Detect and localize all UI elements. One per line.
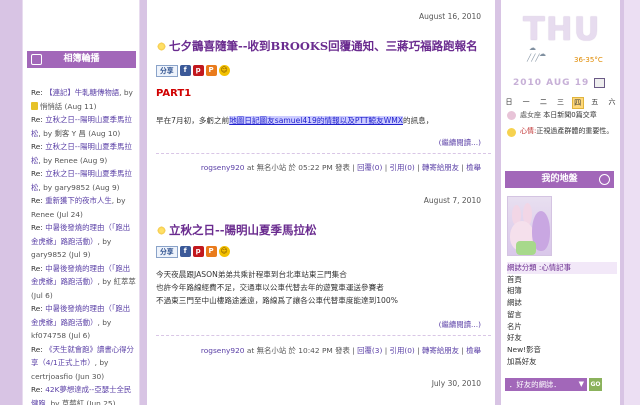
page-scrollbar[interactable] bbox=[624, 0, 640, 405]
part-heading: PART1 bbox=[156, 88, 192, 99]
home-icon bbox=[599, 174, 610, 185]
comment-item: Re: 中暑後發燒的理由（「跑出金虎爺」路跑活動）, by 紅萃萃 (Jul 6… bbox=[31, 263, 136, 300]
comment-item: Re: 立秋之日--陽明山夏季馬拉松, by Renee (Aug 9) bbox=[31, 142, 132, 165]
author-link[interactable]: rogseny920 bbox=[201, 163, 245, 172]
plurk-icon[interactable]: p bbox=[192, 65, 204, 76]
share-button[interactable]: 分享 bbox=[156, 245, 178, 258]
comment-item: Re: 立秋之日--陽明山夏季馬拉松, by 剩客 Y 昌 (Aug 10) bbox=[31, 115, 132, 138]
comment-post-link[interactable]: 中暑後發燒的理由（「跑出金虎爺」路跑活動） bbox=[31, 304, 130, 327]
weekday-cell: 四 bbox=[571, 97, 584, 109]
comment-item: Re: 重新獲下的夜市人生, by Renee (Jul 24) bbox=[31, 196, 126, 219]
nav-item[interactable]: 留言 bbox=[507, 309, 617, 321]
read-more-link[interactable]: (繼續閱讀...) bbox=[439, 319, 481, 330]
lock-icon bbox=[31, 101, 38, 110]
main-content: August 16, 2010 七夕鵲喜隨筆--收到BROOKS回覆通知、三蔣巧… bbox=[147, 0, 495, 405]
nav-item[interactable]: 網誌 bbox=[507, 297, 617, 309]
weekday-cell: 一 bbox=[522, 98, 530, 106]
post-footer: rogseny920 at 無名小站 於 10:42 PM 發表 | 回覆(3)… bbox=[200, 346, 481, 355]
temperature: 36-35°C bbox=[574, 56, 603, 64]
status-block: 處女座 本日新聞0篇交章 心情:正視過產群體的重要性。 bbox=[520, 111, 614, 135]
chevron-down-icon: ▼ bbox=[578, 380, 584, 388]
site-nav: 網誌分類 :心情記事 首頁 相簿 網誌 留言 名片 好友 New!影音 加爲好友 bbox=[507, 262, 617, 367]
pixnet-icon[interactable]: P bbox=[205, 65, 217, 76]
emoji-icon[interactable]: ☺ bbox=[218, 65, 230, 76]
comment-post-link[interactable]: 中暑後發燒的理由（「跑出金虎爺」路跑活動） bbox=[31, 223, 130, 246]
facebook-icon[interactable]: f bbox=[179, 65, 191, 76]
trackback-link[interactable]: 引用(0) bbox=[390, 163, 415, 172]
calendar-icon[interactable] bbox=[594, 78, 605, 88]
flower-icon bbox=[157, 226, 166, 235]
nav-item[interactable]: New!影音 bbox=[507, 344, 617, 356]
share-bar: 分享 f p P ☺ bbox=[156, 245, 230, 258]
author-link[interactable]: rogseny920 bbox=[201, 346, 245, 355]
nav-item[interactable]: 好友 bbox=[507, 332, 617, 344]
post-date: July 30, 2010 bbox=[431, 379, 481, 388]
weekday-cell: 日 bbox=[505, 98, 513, 106]
friends-blog-dropdown[interactable]: ．好友的網誌． ▼ bbox=[505, 378, 587, 391]
rain-cloud-icon: ☁ ☁ ╱╱╱ bbox=[527, 44, 546, 62]
post-footer: rogseny920 at 無名小站 於 05:22 PM 發表 | 回覆(0)… bbox=[200, 163, 481, 172]
plurk-icon[interactable]: p bbox=[192, 246, 204, 257]
comment-item: Re: 42K夢想達成--亞瑟士全民健跑, by 草莓紅 (Jun 25) bbox=[31, 383, 137, 405]
nav-item[interactable]: 加爲好友 bbox=[507, 356, 617, 368]
reply-link[interactable]: 回覆(3) bbox=[357, 346, 382, 355]
comment-item: Re: 中暑後發燒的理由（「跑出金虎爺」路跑活動）, by kf074758 (… bbox=[31, 304, 131, 340]
left-sidebar: 相簿輪播 Re: 【連記】牛軋糖傳物語, by 悄悄話 (Aug 11) Re: 立… bbox=[22, 0, 140, 405]
facebook-icon[interactable]: f bbox=[179, 246, 191, 257]
weekday-cell: 三 bbox=[556, 98, 564, 106]
comment-post-link[interactable]: 《天生就會跑》讀書心得分享（4/1正式上市） bbox=[31, 345, 134, 368]
report-link[interactable]: 檢舉 bbox=[466, 163, 481, 172]
pixnet-icon[interactable]: P bbox=[205, 246, 217, 257]
read-more-link[interactable]: (繼續閱讀...) bbox=[439, 137, 481, 148]
forward-link[interactable]: 轉寄給朋友 bbox=[422, 346, 459, 355]
go-button[interactable]: GO bbox=[589, 378, 602, 391]
nav-item[interactable]: 名片 bbox=[507, 321, 617, 333]
post-excerpt: 今天夜晨跟JASON弟弟共乘計程車到台北車站東三門集合 也許今年路線經費不足，交… bbox=[156, 270, 398, 305]
weekday-cell: 二 bbox=[539, 98, 547, 106]
comment-item: 悄悄話 (Aug 11) bbox=[31, 100, 137, 114]
report-link[interactable]: 檢舉 bbox=[466, 346, 481, 355]
comment-item: Re: 《天生就會跑》讀書心得分享（4/1正式上市）, by certrjoas… bbox=[31, 344, 134, 381]
post-date: August 16, 2010 bbox=[418, 12, 481, 21]
post-title[interactable]: 立秋之日--陽明山夏季馬拉松 bbox=[157, 222, 317, 238]
full-date: 2010 AUG 19 bbox=[513, 78, 590, 88]
flower-icon bbox=[157, 42, 166, 51]
nav-item[interactable]: 相簿 bbox=[507, 285, 617, 297]
date-widget: THU ☁ ☁ ╱╱╱ 36-35°C 2010 AUG 19 bbox=[501, 0, 620, 95]
comment-item: Re: 中暑後發燒的理由（「跑出金虎爺」路跑活動）, by gary9852 (… bbox=[31, 223, 131, 259]
emoji-icon[interactable]: ☺ bbox=[218, 246, 230, 257]
post-title[interactable]: 七夕鵲喜隨筆--收到BROOKS回覆通知、三蔣巧福路跑報名 bbox=[157, 38, 478, 54]
recent-comments-list: Re: 【連記】牛軋糖傳物語, by 悄悄話 (Aug 11) Re: 立秋之日--… bbox=[31, 86, 137, 405]
post-excerpt: 早在7月初，多虧之前地圖日記圖友samuel419的情報以及PTT鯨友WMX的訊… bbox=[156, 116, 434, 125]
share-button[interactable]: 分享 bbox=[156, 64, 178, 77]
my-site-header: 我的地盤 bbox=[505, 171, 614, 188]
nav-item[interactable]: 網誌分類 :心情記事 bbox=[507, 262, 617, 274]
comment-post-link[interactable]: 重新獲下的夜市人生 bbox=[45, 196, 112, 205]
comment-item: Re: 【連記】牛軋糖傳物語, by bbox=[31, 88, 133, 97]
weekday-cell: 五 bbox=[591, 98, 599, 106]
divider bbox=[156, 335, 491, 336]
right-sidebar: THU ☁ ☁ ╱╱╱ 36-35°C 2010 AUG 19 日 一 二 三四五 六 處女… bbox=[501, 0, 620, 405]
trackback-link[interactable]: 引用(0) bbox=[390, 346, 415, 355]
nav-item[interactable]: 首頁 bbox=[507, 274, 617, 286]
avatar[interactable] bbox=[507, 196, 552, 256]
comment-post-link[interactable]: 【連記】牛軋糖傳物語 bbox=[45, 88, 119, 97]
share-bar: 分享 f p P ☺ bbox=[156, 64, 230, 77]
post-date: August 7, 2010 bbox=[423, 196, 481, 205]
week-strip: 日 一 二 三四五 六 bbox=[503, 97, 618, 109]
album-carousel-header: 相簿輪播 bbox=[27, 51, 136, 68]
comment-item: Re: 立秋之日--陽明山夏季馬拉松, by gary9852 (Aug 9) bbox=[31, 169, 132, 192]
highlighted-link[interactable]: 地圖日記圖友samuel419的情報以及PTT鯨友WMX bbox=[229, 116, 403, 125]
weekday-cell: 六 bbox=[608, 98, 616, 106]
divider bbox=[156, 153, 491, 154]
forward-link[interactable]: 轉寄給朋友 bbox=[422, 163, 459, 172]
reply-link[interactable]: 回覆(0) bbox=[357, 163, 382, 172]
